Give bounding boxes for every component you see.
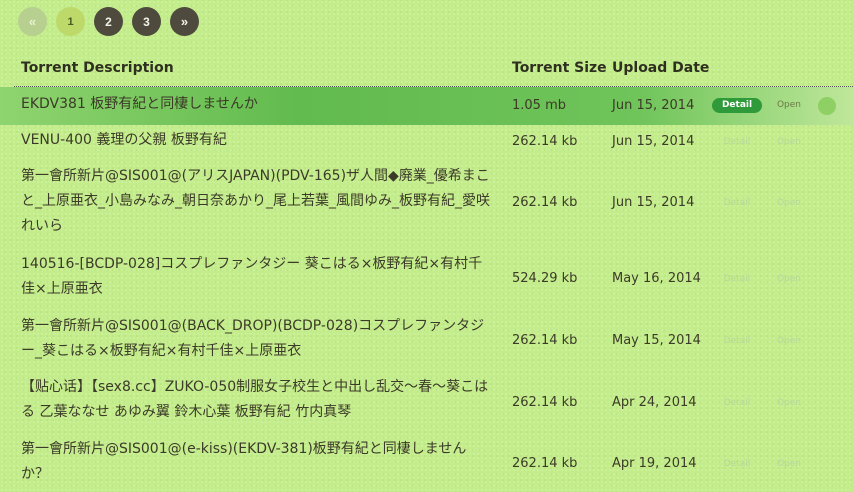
row-indicator	[818, 97, 836, 115]
upload-date: Apr 19, 2014	[612, 456, 697, 471]
upload-date: May 15, 2014	[612, 333, 701, 348]
open-button[interactable]: Open	[766, 457, 812, 472]
detail-button[interactable]: Detail	[712, 196, 762, 211]
open-button[interactable]: Open	[766, 135, 812, 150]
prev-page-button[interactable]: «	[18, 7, 47, 36]
upload-date: May 16, 2014	[612, 271, 701, 286]
torrent-size: 262.14 kb	[512, 395, 578, 410]
next-page-button[interactable]: »	[170, 7, 199, 36]
torrent-description[interactable]: 第一會所新片@SIS001@(e-kiss)(EKDV-381)板野有紀と同棲し…	[21, 437, 491, 487]
pagination: « 1 2 3 »	[18, 7, 208, 36]
page-1-button[interactable]: 1	[56, 7, 85, 36]
detail-button[interactable]: Detail	[712, 457, 762, 472]
table-row[interactable]: 140516-[BCDP-028]コスプレファンタジー 葵こはる×板野有紀×有村…	[0, 252, 853, 307]
open-button[interactable]: Open	[766, 196, 812, 211]
upload-date: Jun 15, 2014	[612, 98, 695, 113]
torrent-description[interactable]: EKDV381 板野有紀と同棲しませんか	[21, 92, 491, 117]
table-row[interactable]: 第一會所新片@SIS001@(e-kiss)(EKDV-381)板野有紀と同棲し…	[0, 437, 853, 492]
upload-date: Jun 15, 2014	[612, 134, 695, 149]
torrent-size: 262.14 kb	[512, 134, 578, 149]
torrent-size: 262.14 kb	[512, 333, 578, 348]
open-button[interactable]: Open	[766, 98, 812, 113]
table-row[interactable]: 第一會所新片@SIS001@(アリスJAPAN)(PDV-165)ザ人間◆廃業_…	[0, 163, 853, 243]
torrent-size: 524.29 kb	[512, 271, 578, 286]
torrent-size: 1.05 mb	[512, 98, 566, 113]
table-row[interactable]: 【贴心话】【sex8.cc】ZUKO-050制服女子校生と中出し乱交～春～葵こは…	[0, 375, 853, 430]
open-button[interactable]: Open	[766, 334, 812, 349]
open-button[interactable]: Open	[766, 272, 812, 287]
table-row[interactable]: EKDV381 板野有紀と同棲しませんか 1.05 mb Jun 15, 201…	[0, 87, 853, 125]
torrent-size: 262.14 kb	[512, 456, 578, 471]
page-3-button[interactable]: 3	[132, 7, 161, 36]
table-row[interactable]: VENU-400 義理の父親 板野有紀 262.14 kb Jun 15, 20…	[0, 125, 853, 159]
detail-button[interactable]: Detail	[712, 334, 762, 349]
torrent-description[interactable]: 140516-[BCDP-028]コスプレファンタジー 葵こはる×板野有紀×有村…	[21, 252, 491, 302]
torrent-size: 262.14 kb	[512, 195, 578, 210]
torrent-description[interactable]: VENU-400 義理の父親 板野有紀	[21, 128, 491, 153]
torrent-description[interactable]: 第一會所新片@SIS001@(BACK_DROP)(BCDP-028)コスプレフ…	[21, 314, 491, 364]
header-description: Torrent Description	[21, 60, 174, 76]
header-size: Torrent Size	[512, 60, 607, 76]
table-row[interactable]: 第一會所新片@SIS001@(BACK_DROP)(BCDP-028)コスプレフ…	[0, 314, 853, 369]
open-button[interactable]: Open	[766, 396, 812, 411]
detail-button[interactable]: Detail	[712, 98, 762, 113]
torrent-description[interactable]: 【贴心话】【sex8.cc】ZUKO-050制服女子校生と中出し乱交～春～葵こは…	[21, 375, 491, 425]
page-2-button[interactable]: 2	[94, 7, 123, 36]
table-header: Torrent Description Torrent Size Upload …	[0, 60, 853, 86]
detail-button[interactable]: Detail	[712, 272, 762, 287]
header-date: Upload Date	[612, 60, 710, 76]
detail-button[interactable]: Detail	[712, 396, 762, 411]
upload-date: Apr 24, 2014	[612, 395, 697, 410]
upload-date: Jun 15, 2014	[612, 195, 695, 210]
detail-button[interactable]: Detail	[712, 135, 762, 150]
torrent-description[interactable]: 第一會所新片@SIS001@(アリスJAPAN)(PDV-165)ザ人間◆廃業_…	[21, 164, 491, 239]
